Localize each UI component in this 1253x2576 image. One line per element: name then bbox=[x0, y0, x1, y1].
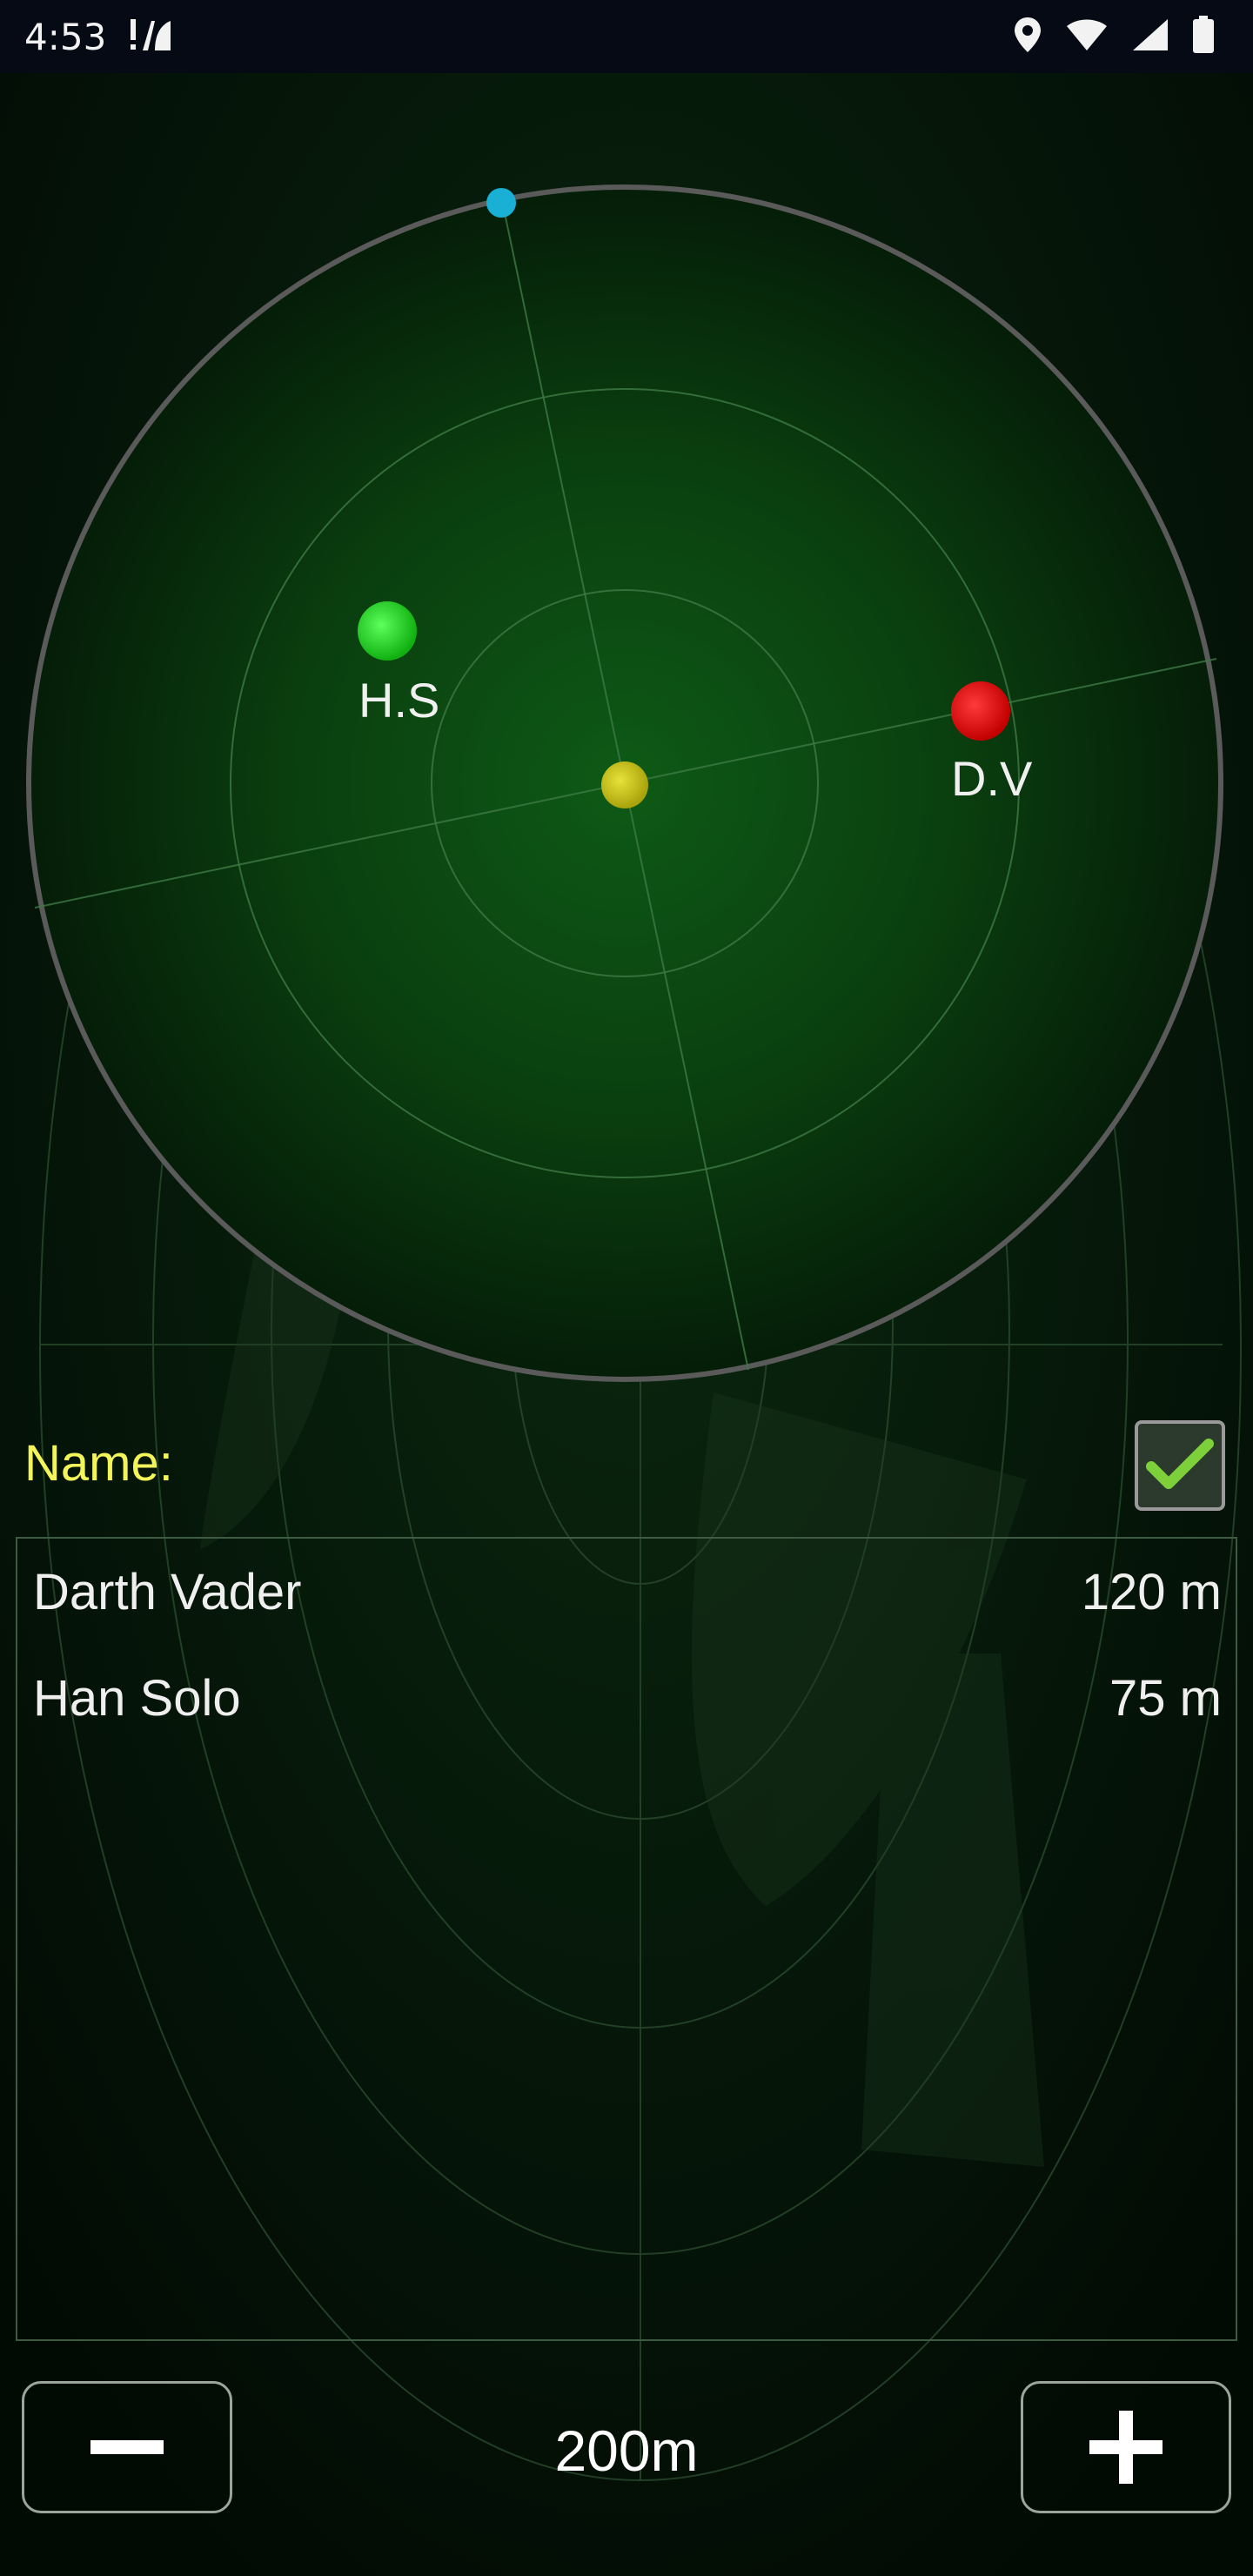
blip-label-hs: H.S bbox=[358, 673, 440, 728]
contacts-list[interactable]: Darth Vader 120 m Han Solo 75 m bbox=[16, 1537, 1237, 2341]
status-bar: 4:53 bbox=[0, 0, 1253, 73]
blip-label-dv: D.V bbox=[951, 751, 1033, 806]
checkmark-icon bbox=[1146, 1439, 1214, 1489]
radar-display bbox=[26, 184, 1223, 1382]
battery-icon bbox=[1192, 16, 1215, 57]
list-item-name: Han Solo bbox=[33, 1669, 241, 1727]
north-marker bbox=[486, 188, 516, 218]
name-label: Name: bbox=[24, 1435, 173, 1492]
minus-icon bbox=[90, 2440, 164, 2454]
location-icon bbox=[1013, 16, 1042, 57]
zoom-in-button[interactable] bbox=[1021, 2381, 1231, 2513]
notification-alert-icon bbox=[129, 16, 174, 57]
list-item[interactable]: Han Solo 75 m bbox=[17, 1645, 1236, 1751]
blip-dv bbox=[951, 681, 1010, 741]
zoom-out-button[interactable] bbox=[22, 2381, 232, 2513]
wifi-icon bbox=[1065, 17, 1109, 56]
status-time: 4:53 bbox=[24, 15, 107, 58]
center-blip bbox=[601, 761, 648, 808]
cellular-signal-icon bbox=[1131, 17, 1169, 56]
list-item-distance: 120 m bbox=[1081, 1563, 1222, 1620]
list-item-distance: 75 m bbox=[1109, 1669, 1222, 1727]
blip-hs bbox=[358, 601, 417, 661]
list-item[interactable]: Darth Vader 120 m bbox=[17, 1539, 1236, 1645]
show-names-checkbox[interactable] bbox=[1135, 1420, 1225, 1511]
plus-icon bbox=[1089, 2411, 1163, 2484]
range-label: 200m bbox=[554, 2418, 699, 2483]
list-item-name: Darth Vader bbox=[33, 1563, 302, 1620]
